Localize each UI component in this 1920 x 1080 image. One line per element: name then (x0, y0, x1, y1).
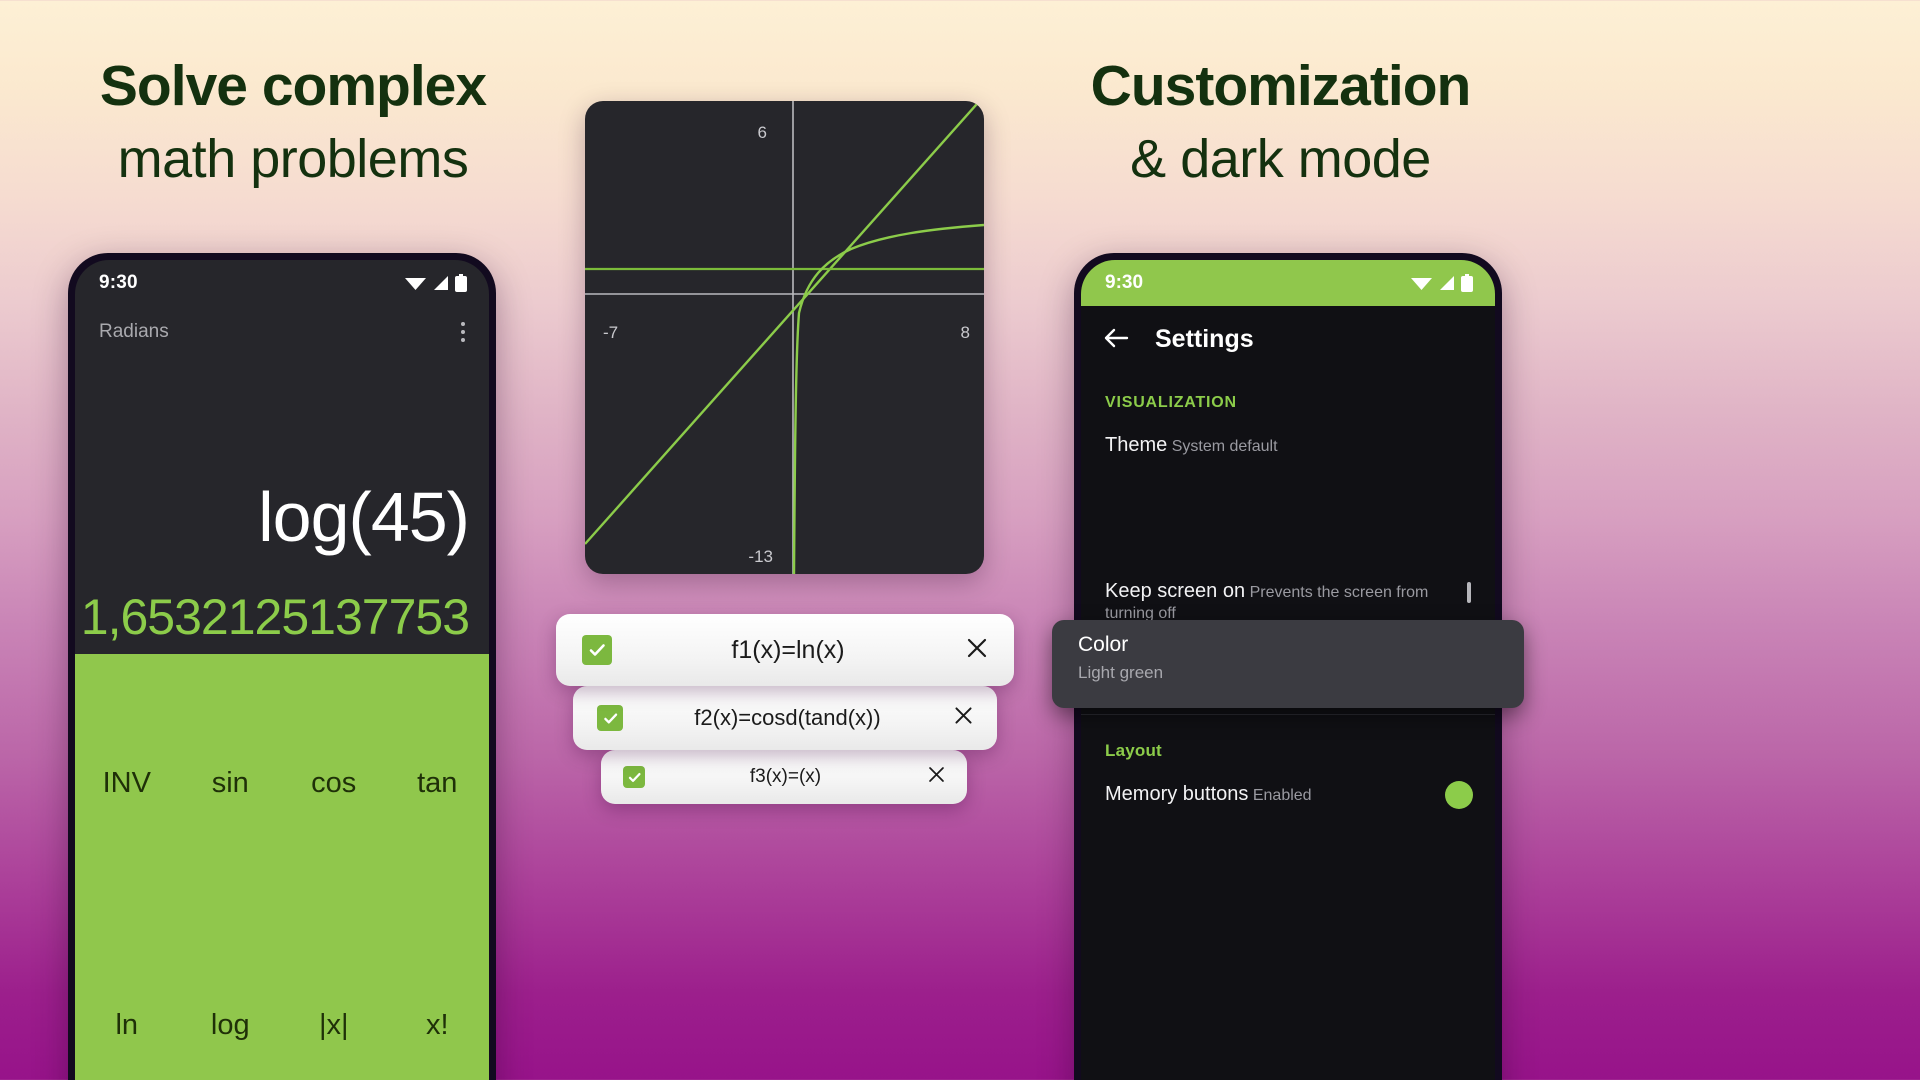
x-max-tick-label: 8 (961, 323, 970, 342)
function-list-item[interactable]: f3(x)=(x) (601, 750, 967, 804)
close-icon[interactable] (926, 764, 947, 790)
key-cos[interactable]: cos (282, 662, 386, 904)
signal-icon (1440, 276, 1454, 290)
battery-icon (1461, 274, 1473, 292)
key-sin[interactable]: sin (179, 662, 283, 904)
color-row-spacer (1081, 468, 1495, 564)
signal-icon (434, 276, 448, 290)
page-title: Settings (1155, 324, 1254, 353)
y-max-tick-label: 6 (758, 123, 767, 142)
headline-right-line1: Customization (1090, 54, 1472, 118)
function-enabled-checkbox[interactable] (623, 766, 645, 788)
headline-right: Customization & dark mode (1028, 54, 1533, 189)
calculator-screen: 9:30 Radians log(45) 1,6532125137753 INV… (75, 260, 489, 1080)
row-subtitle: Enabled (1252, 786, 1312, 804)
y-min-tick-label: -13 (748, 547, 773, 566)
key-tan[interactable]: tan (386, 662, 490, 904)
function-label: f3(x)=(x) (749, 766, 822, 787)
wifi-icon (405, 278, 426, 290)
function-label: f2(x)=cosd(tand(x)) (694, 705, 881, 730)
key-ln[interactable]: ln (75, 904, 179, 1080)
more-options-icon[interactable] (455, 316, 471, 348)
headline-left-line2: math problems (117, 129, 469, 189)
function-enabled-checkbox[interactable] (597, 705, 623, 731)
series-f3-identity-line (585, 101, 982, 545)
key-fact[interactable]: x! (386, 904, 490, 1080)
function-enabled-checkbox[interactable] (582, 635, 612, 665)
angle-mode-label[interactable]: Radians (99, 321, 169, 343)
headline-left: Solve complex math problems (38, 54, 548, 189)
x-min-tick-label: -7 (603, 323, 618, 342)
wifi-icon (1411, 278, 1432, 290)
function-label: f1(x)=ln(x) (731, 635, 845, 664)
status-icon-group (1411, 274, 1473, 292)
close-icon[interactable] (952, 704, 975, 732)
checkmark-icon (603, 712, 617, 724)
function-list-item[interactable]: f2(x)=cosd(tand(x)) (573, 686, 997, 750)
result-text: 1,6532125137753 (80, 589, 470, 645)
status-time: 9:30 (1105, 272, 1144, 293)
calculator-status-bar: 9:30 (75, 260, 489, 306)
status-icon-group (405, 274, 467, 292)
back-arrow-icon[interactable] (1103, 326, 1129, 352)
calculator-keypad: INV sin cos tan ln log |x| x! (75, 654, 489, 1080)
status-time: 9:30 (99, 272, 138, 293)
graph-plot: 6 -7 8 -13 (585, 101, 984, 574)
settings-row-memory-buttons[interactable]: Memory buttons Enabled (1081, 767, 1495, 817)
headline-right-line2: & dark mode (1130, 129, 1431, 189)
calculator-phone: 9:30 Radians log(45) 1,6532125137753 INV… (68, 253, 496, 1080)
graph-card[interactable]: 6 -7 8 -13 (585, 101, 984, 574)
settings-list[interactable]: VISUALIZATION Theme System default Keep … (1081, 372, 1495, 1080)
row-title: Color (1078, 633, 1129, 656)
key-inv[interactable]: INV (75, 662, 179, 904)
settings-row-color-highlighted[interactable]: Color Light green (1052, 620, 1524, 708)
calculator-toolbar: Radians (75, 306, 489, 358)
calculator-display: log(45) 1,6532125137753 (75, 358, 489, 654)
headline-left-line1: Solve complex (99, 54, 487, 118)
close-icon[interactable] (964, 635, 990, 666)
settings-app-bar: Settings (1081, 306, 1495, 372)
keep-screen-on-checkbox[interactable] (1467, 578, 1471, 603)
expression-text: log(45) (258, 477, 470, 556)
checkmark-icon (628, 772, 640, 782)
row-subtitle: Light green (1078, 663, 1164, 682)
row-title: Keep screen on (1105, 580, 1246, 602)
row-title: Memory buttons (1105, 782, 1249, 805)
section-header-visualization: VISUALIZATION (1105, 394, 1237, 411)
function-list-item[interactable]: f1(x)=ln(x) (556, 614, 1014, 686)
checkmark-icon (589, 644, 605, 656)
settings-row-theme[interactable]: Theme System default (1081, 418, 1495, 468)
battery-icon (455, 274, 467, 292)
section-header-layout: Layout (1105, 740, 1162, 760)
key-log[interactable]: log (179, 904, 283, 1080)
row-subtitle: System default (1171, 438, 1278, 455)
settings-status-bar: 9:30 (1081, 260, 1495, 306)
key-abs[interactable]: |x| (282, 904, 386, 1080)
row-title: Theme (1105, 434, 1168, 456)
